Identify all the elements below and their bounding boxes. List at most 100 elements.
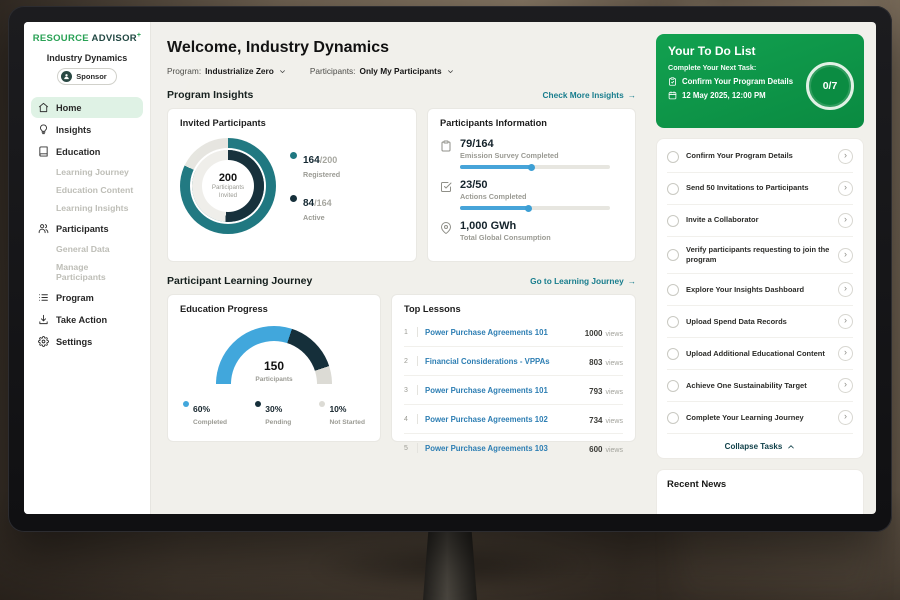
gauge-center-label: Participants: [216, 376, 332, 383]
views-suffix: views: [605, 389, 623, 396]
check-more-insights-link[interactable]: Check More Insights →: [543, 90, 636, 100]
actions-value: 23/50: [460, 179, 610, 191]
participants-filter-value: Only My Participants: [359, 66, 441, 76]
lesson-link[interactable]: Power Purchase Agreements 101: [425, 386, 582, 395]
collapse-tasks-label: Collapse Tasks: [725, 442, 783, 451]
task-row-upload-spend-data[interactable]: Upload Spend Data Records ›: [667, 306, 853, 338]
sidebar-item-manage-participants[interactable]: Manage Participants: [31, 258, 143, 286]
chevron-right-icon[interactable]: ›: [838, 213, 853, 228]
donut-center-label: Participants Invited: [207, 184, 249, 200]
chevron-right-icon[interactable]: ›: [838, 149, 853, 164]
go-to-learning-journey-link[interactable]: Go to Learning Journey →: [530, 276, 636, 286]
chevron-right-icon[interactable]: ›: [838, 314, 853, 329]
task-checkbox[interactable]: [667, 316, 679, 328]
chevron-right-icon[interactable]: ›: [838, 410, 853, 425]
task-label: Send 50 Invitations to Participants: [686, 183, 831, 193]
chevron-right-icon[interactable]: ›: [838, 181, 853, 196]
lesson-link[interactable]: Financial Considerations - VPPAs: [425, 357, 582, 366]
info-row-survey: 79/164 Emission Survey Completed: [440, 138, 623, 169]
monitor-bezel: RESOURCE ADVISOR+ Industry Dynamics Spon…: [8, 6, 892, 532]
sidebar-item-insights[interactable]: Insights: [31, 119, 143, 140]
task-row-send-invitations[interactable]: Send 50 Invitations to Participants ›: [667, 173, 853, 205]
sidebar-item-learning-journey[interactable]: Learning Journey: [31, 163, 143, 181]
task-checkbox[interactable]: [667, 348, 679, 360]
sidebar-item-program[interactable]: Program: [31, 287, 143, 308]
filters-row: Program: Industrialize Zero Participants…: [167, 66, 636, 76]
todo-summary-card: Your To Do List Complete Your Next Task:…: [656, 34, 864, 128]
sidebar-item-education[interactable]: Education: [31, 141, 143, 162]
task-row-achieve-target[interactable]: Achieve One Sustainability Target ›: [667, 370, 853, 402]
top-lessons-card: Top Lessons 1 Power Purchase Agreements …: [391, 294, 636, 442]
task-row-invite-collaborator[interactable]: Invite a Collaborator ›: [667, 205, 853, 237]
education-progress-card: Education Progress 150 Participants: [167, 294, 381, 442]
card-title-lessons: Top Lessons: [404, 304, 623, 314]
todo-panel: Your To Do List Complete Your Next Task:…: [650, 22, 876, 514]
active-label: Active: [303, 213, 332, 222]
calendar-icon: [668, 91, 677, 100]
legend-dot-pending: [255, 401, 261, 407]
lesson-link[interactable]: Power Purchase Agreements 102: [425, 415, 582, 424]
task-checkbox[interactable]: [667, 380, 679, 392]
lesson-row: 3 Power Purchase Agreements 101 793views: [404, 376, 623, 405]
task-label: Explore Your Insights Dashboard: [686, 285, 831, 295]
task-label: Upload Spend Data Records: [686, 317, 831, 327]
scene: RESOURCE ADVISOR+ Industry Dynamics Spon…: [0, 0, 900, 600]
legend-completed: 60%Completed: [183, 399, 227, 426]
task-row-explore-insights[interactable]: Explore Your Insights Dashboard ›: [667, 274, 853, 306]
section-title-learning-journey: Participant Learning Journey: [167, 275, 312, 287]
chevron-right-icon[interactable]: ›: [838, 378, 853, 393]
task-checkbox[interactable]: [667, 215, 679, 227]
todo-progress-ring: 0/7: [806, 62, 854, 110]
sidebar-item-participants[interactable]: Participants: [31, 218, 143, 239]
clipboard-icon: [440, 140, 452, 152]
views-suffix: views: [605, 447, 623, 454]
survey-progress-bar: [460, 165, 610, 169]
next-date-label: 12 May 2025, 12:00 PM: [682, 91, 766, 100]
nav-label-insights: Insights: [56, 125, 91, 135]
sponsor-badge[interactable]: Sponsor: [57, 68, 116, 85]
sidebar-item-general-data[interactable]: General Data: [31, 240, 143, 258]
lesson-views: 1000views: [585, 323, 623, 341]
gauge-center: 150 Participants: [216, 357, 332, 383]
lesson-views: 734views: [589, 410, 623, 428]
task-row-confirm-program[interactable]: Confirm Your Program Details ›: [667, 141, 853, 173]
task-checkbox[interactable]: [667, 151, 679, 163]
chevron-right-icon[interactable]: ›: [838, 248, 853, 263]
sidebar-item-education-content[interactable]: Education Content: [31, 181, 143, 199]
lightbulb-icon: [38, 124, 49, 135]
sidebar: RESOURCE ADVISOR+ Industry Dynamics Spon…: [24, 22, 151, 514]
nav-label-education: Education: [56, 147, 100, 157]
task-checkbox[interactable]: [667, 183, 679, 195]
donut-center: 200 Participants Invited: [202, 160, 254, 212]
lesson-views: 600views: [589, 439, 623, 457]
donut-legend: 164/200 Registered 84/164 Active: [290, 150, 340, 222]
program-filter[interactable]: Program: Industrialize Zero: [167, 66, 286, 76]
lesson-rank: 4: [404, 416, 410, 423]
program-filter-label: Program:: [167, 66, 201, 76]
task-checkbox[interactable]: [667, 412, 679, 424]
task-checkbox[interactable]: [667, 249, 679, 261]
task-row-complete-learning-journey[interactable]: Complete Your Learning Journey ›: [667, 402, 853, 434]
sidebar-item-home[interactable]: Home: [31, 97, 143, 118]
nav-label-take-action: Take Action: [56, 315, 107, 325]
collapse-tasks-button[interactable]: Collapse Tasks: [667, 434, 853, 458]
task-row-verify-participants[interactable]: Verify participants requesting to join t…: [667, 237, 853, 274]
chevron-right-icon[interactable]: ›: [838, 282, 853, 297]
section-title-program-insights: Program Insights: [167, 89, 253, 101]
sidebar-item-take-action[interactable]: Take Action: [31, 309, 143, 330]
lessons-list: 1 Power Purchase Agreements 101 1000view…: [404, 318, 623, 462]
sidebar-item-learning-insights[interactable]: Learning Insights: [31, 199, 143, 217]
legend-pending: 30%Pending: [255, 399, 291, 426]
task-row-upload-educational-content[interactable]: Upload Additional Educational Content ›: [667, 338, 853, 370]
chevron-right-icon[interactable]: ›: [838, 346, 853, 361]
actions-progress-fill: [460, 206, 529, 210]
lesson-link[interactable]: Power Purchase Agreements 103: [425, 444, 582, 453]
active-total: /164: [314, 198, 332, 208]
sidebar-item-settings[interactable]: Settings: [31, 331, 143, 352]
participants-filter[interactable]: Participants: Only My Participants: [310, 66, 454, 76]
legend-registered: 164/200 Registered: [290, 150, 340, 179]
task-checkbox[interactable]: [667, 284, 679, 296]
lesson-link[interactable]: Power Purchase Agreements 101: [425, 328, 578, 337]
task-label: Invite a Collaborator: [686, 215, 831, 225]
lesson-rank: 5: [404, 445, 410, 452]
